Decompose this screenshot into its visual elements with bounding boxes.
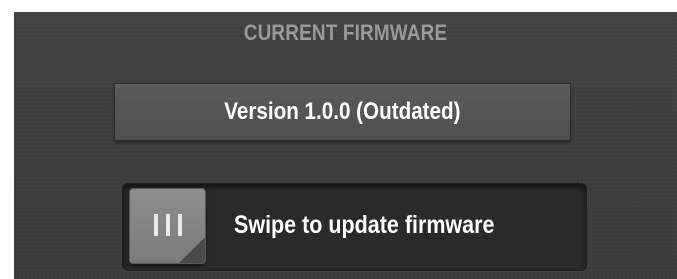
current-firmware-heading: CURRENT FIRMWARE xyxy=(243,20,448,45)
knob-corner-shadow xyxy=(179,237,205,263)
firmware-version-text: Version 1.0.0 (Outdated) xyxy=(224,98,461,125)
grip-lines-icon xyxy=(154,214,182,236)
firmware-screen: CURRENT FIRMWARE Version 1.0.0 (Outdated… xyxy=(0,0,677,279)
slider-label: Swipe to update firmware xyxy=(234,211,495,239)
slider-knob[interactable] xyxy=(129,188,206,264)
firmware-version-display: Version 1.0.0 (Outdated) xyxy=(114,83,571,141)
